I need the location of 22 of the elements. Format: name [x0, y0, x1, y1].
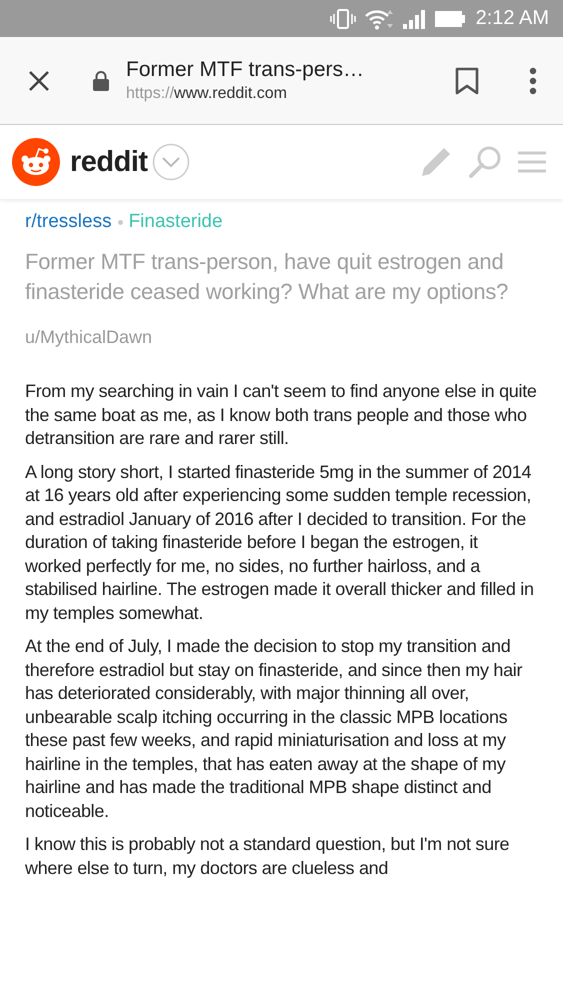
post-title: Former MTF trans-person, have quit estrogen and finasteride ceased working? What are my options? [25, 248, 510, 306]
post-paragraph: A long story short, I started finasteride 5mg in the summer of 2014 at 16 years old after experiencing some sudden temple recession, and estradiol January of 2016 after I decided to transition. For the duration of taking finasteride before I began the estrogen, it worked perfectly for me, no sides, no further hairloss, and a stabilised hairline. The estrogen made it overall thicker and filled in my temples somewhat. [25, 460, 535, 625]
reddit-wordmark[interactable]: reddit [70, 146, 148, 178]
url-text[interactable]: https://www.reddit.com [126, 85, 287, 103]
snoo-logo-icon[interactable] [12, 138, 60, 186]
separator-dot [118, 220, 123, 224]
clock-time: 2:12 AM [476, 7, 549, 30]
post-paragraph: I know this is probably not a standard question, but I'm not sure where else to turn, my doctors are clueless and [25, 833, 510, 880]
subreddit-link[interactable]: r/tressless [25, 211, 112, 233]
bookmark-icon[interactable] [455, 66, 479, 94]
post-paragraph: From my searching in vain I can't seem to find anyone else in quite the same boat as me, as I know both trans people and those who detransition are rare and rarer still. [25, 380, 538, 450]
author-link[interactable]: u/MythicalDawn [25, 327, 152, 348]
more-options-icon[interactable] [529, 66, 537, 94]
lock-icon [92, 70, 110, 92]
close-icon[interactable] [28, 70, 50, 92]
vibrate-icon [330, 8, 356, 30]
signal-icon [402, 8, 426, 30]
page-title: Former MTF trans-pers… [126, 58, 366, 82]
post-paragraph: At the end of July, I made the decision to stop my transition and therefore estradiol but stay on finasteride, and since then my hair has deteriorated considerably, with major thinning all over, unbearable scalp itching occurring in the classic MPB locations these past few weeks, and rapid miniaturisation and loss at my hairline in the temples, that has eaten away at the shape of my hairline and has made the traditional MPB shape distinct and noticeable. [25, 635, 524, 822]
wifi-icon [364, 8, 394, 30]
battery-icon [434, 8, 466, 28]
chevron-down-icon[interactable] [152, 143, 190, 181]
